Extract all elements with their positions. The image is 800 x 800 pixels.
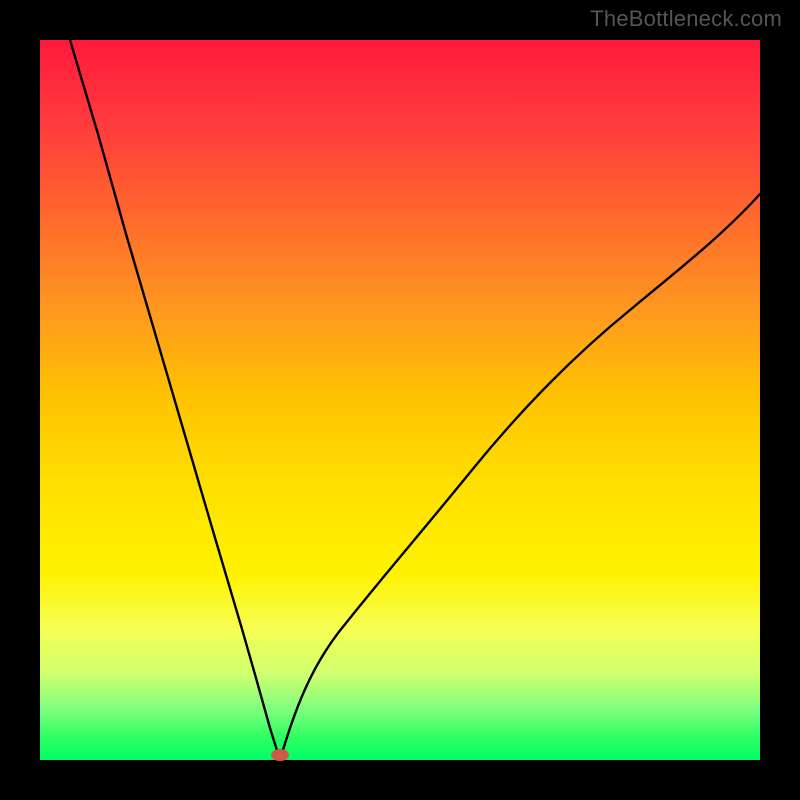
chart-frame: TheBottleneck.com xyxy=(0,0,800,800)
watermark-text: TheBottleneck.com xyxy=(590,6,782,32)
curve-left-branch xyxy=(70,40,280,760)
chart-overlay xyxy=(40,40,760,760)
minimum-marker xyxy=(271,749,289,761)
curve-right-branch xyxy=(280,194,760,760)
